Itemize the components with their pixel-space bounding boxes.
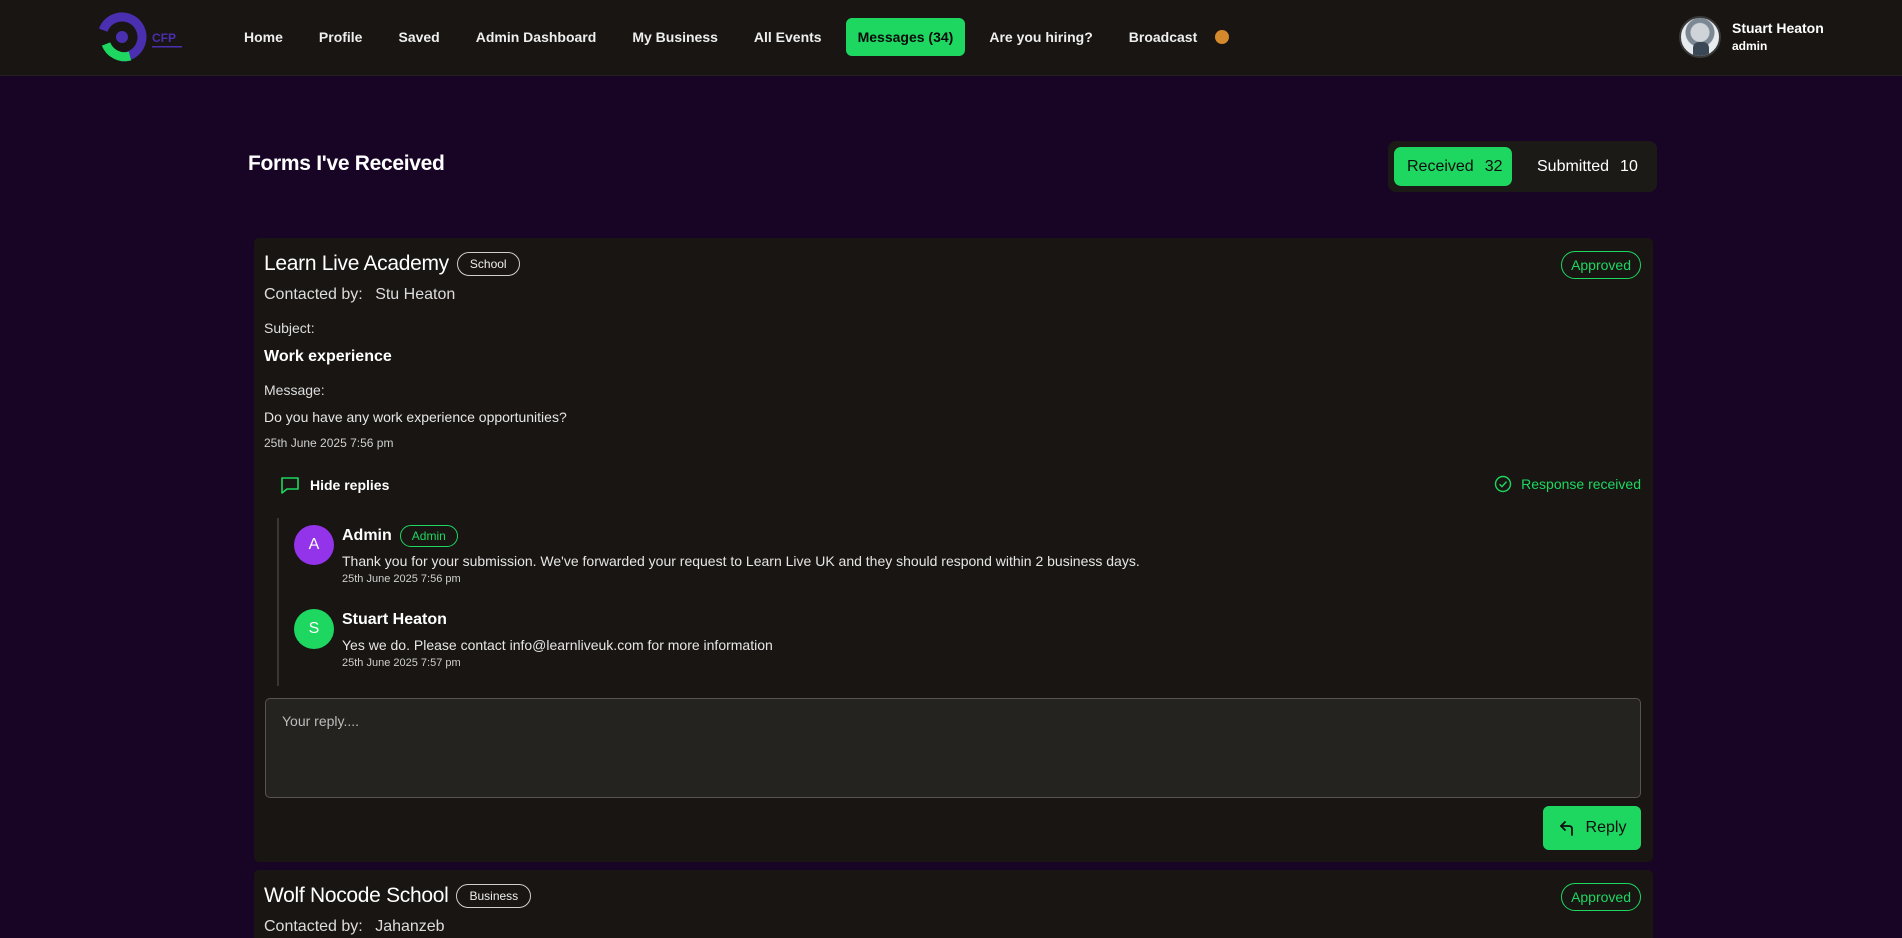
form-card: Learn Live Academy School Approved Conta… — [254, 238, 1653, 862]
chat-bubble-icon — [281, 477, 299, 494]
user-role: admin — [1732, 39, 1768, 53]
org-name: Wolf Nocode School — [264, 884, 449, 907]
reply-thread: A Admin Admin Thank you for your submiss… — [277, 518, 1377, 686]
status-badge: Approved — [1561, 883, 1641, 911]
reply-author: Stuart Heaton — [342, 611, 447, 628]
page-title: Forms I've Received — [248, 152, 445, 175]
submission-date: 25th June 2025 7:56 pm — [264, 436, 394, 450]
reply-button[interactable]: Reply — [1543, 806, 1641, 850]
reply-avatar: S — [294, 609, 334, 649]
check-circle-icon — [1494, 475, 1512, 493]
form-card: Wolf Nocode School Business Approved Con… — [254, 870, 1653, 938]
org-name: Learn Live Academy — [264, 252, 449, 275]
message-label: Message: — [264, 382, 325, 398]
nav-profile[interactable]: Profile — [307, 18, 375, 56]
received-count: 32 — [1484, 157, 1503, 175]
reply-author: Admin — [342, 527, 392, 544]
received-submitted-toggle: Received 32 Submitted 10 — [1388, 141, 1657, 192]
nav-my-business[interactable]: My Business — [620, 18, 730, 56]
nav-home[interactable]: Home — [232, 18, 295, 56]
contacted-by: Contacted by: Jahanzeb — [264, 918, 445, 936]
hide-replies-button[interactable]: Hide replies — [280, 475, 389, 495]
logo-text: CFP — [152, 31, 176, 45]
reply-text: Thank you for your submission. We've for… — [342, 553, 1140, 569]
received-tab[interactable]: Received 32 — [1394, 147, 1512, 186]
reply-date: 25th June 2025 7:56 pm — [342, 573, 461, 585]
nav-messages[interactable]: Messages (34) — [845, 18, 966, 56]
reply-date: 25th June 2025 7:57 pm — [342, 657, 461, 669]
status-badge: Approved — [1561, 251, 1641, 279]
subject-value: Work experience — [264, 348, 392, 365]
reply-arrow-icon — [1559, 821, 1573, 836]
reply-item: A Admin Admin Thank you for your submiss… — [294, 525, 1140, 585]
admin-badge: Admin — [399, 525, 458, 547]
org-type-tag: Business — [456, 884, 532, 908]
nav-all-events[interactable]: All Events — [742, 18, 834, 56]
user-menu[interactable]: Stuart Heaton admin — [1679, 16, 1824, 58]
submitted-label: Submitted — [1537, 157, 1610, 175]
top-navbar: CFP Home Profile Saved Admin Dashboard M… — [0, 0, 1902, 76]
cfp-logo[interactable]: CFP — [97, 12, 188, 62]
message-value: Do you have any work experience opportun… — [264, 409, 567, 425]
contact-name: Stu Heaton — [375, 286, 456, 303]
response-received-status: Response received — [1494, 475, 1641, 493]
nav-are-you-hiring[interactable]: Are you hiring? — [977, 18, 1104, 56]
contacted-label: Contacted by: — [264, 918, 363, 935]
response-received-label: Response received — [1521, 476, 1641, 492]
org-type-tag: School — [456, 252, 520, 276]
reply-input[interactable] — [265, 698, 1641, 798]
user-avatar[interactable] — [1679, 16, 1721, 58]
reply-item: S Stuart Heaton Yes we do. Please contac… — [294, 609, 773, 669]
hide-replies-label: Hide replies — [310, 477, 390, 493]
reply-text: Yes we do. Please contact info@learnlive… — [342, 637, 773, 653]
reply-avatar: A — [294, 525, 334, 565]
contact-name: Jahanzeb — [375, 918, 445, 935]
nav-saved[interactable]: Saved — [386, 18, 451, 56]
reply-button-label: Reply — [1585, 819, 1627, 836]
contacted-label: Contacted by: — [264, 286, 363, 303]
submitted-count: 10 — [1620, 157, 1638, 175]
submitted-tab[interactable]: Submitted 10 — [1524, 147, 1651, 186]
received-label: Received — [1407, 157, 1474, 175]
subject-label: Subject: — [264, 320, 315, 336]
user-name: Stuart Heaton — [1732, 20, 1824, 36]
contacted-by: Contacted by: Stu Heaton — [264, 286, 455, 304]
nav-admin-dashboard[interactable]: Admin Dashboard — [464, 18, 609, 56]
nav-broadcast[interactable]: Broadcast — [1117, 18, 1209, 56]
broadcast-notification-dot — [1215, 30, 1230, 44]
main-nav: Home Profile Saved Admin Dashboard My Bu… — [232, 0, 1230, 74]
